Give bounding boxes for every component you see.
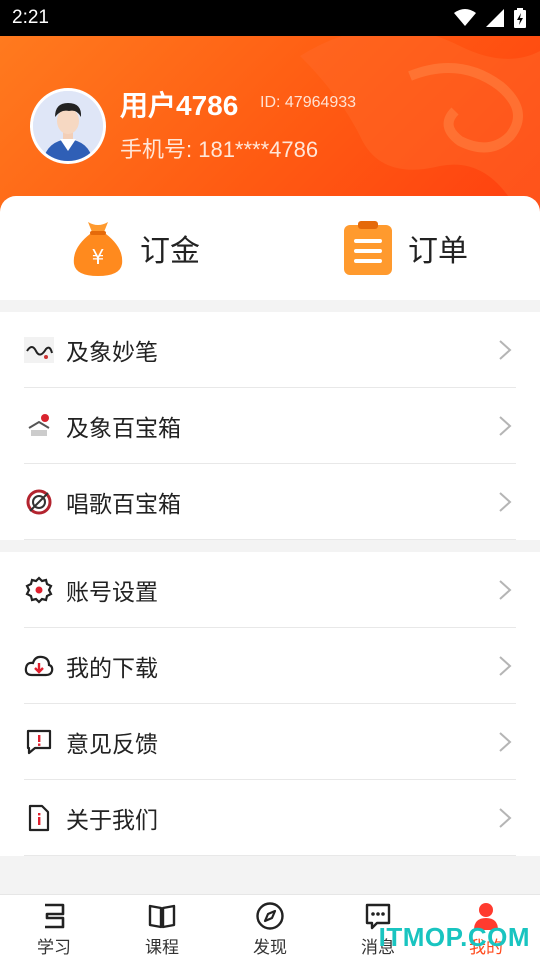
signal-icon xyxy=(486,9,504,27)
money-bag-icon: ¥ xyxy=(73,222,123,276)
gear-icon xyxy=(24,575,54,605)
menu-item-feedback[interactable]: 意见反馈 xyxy=(0,704,540,780)
avatar-illustration xyxy=(33,91,103,161)
menu-item-jixiang-baibaoxiang[interactable]: 及象百宝箱 xyxy=(0,388,540,464)
menu-item-account-settings[interactable]: 账号设置 xyxy=(0,552,540,628)
clipboard-icon xyxy=(344,221,392,275)
user-id: ID: 47964933 xyxy=(260,94,357,111)
settings-menu-group: 账号设置 我的下载 意见反馈 关于我们 xyxy=(0,552,540,856)
wifi-icon xyxy=(454,9,476,26)
orders-button[interactable]: 订单 xyxy=(270,196,540,300)
status-bar: 2:21 xyxy=(0,0,540,36)
menu-label: 我的下载 xyxy=(66,656,158,682)
tab-discover[interactable]: 发现 xyxy=(216,895,324,960)
deposit-label: 订金 xyxy=(140,234,200,269)
profile-header: 用户4786 ID: 47964933 手机号: 181****4786 xyxy=(0,36,540,216)
status-icons xyxy=(454,8,526,28)
orders-label: 订单 xyxy=(408,234,468,269)
menu-label: 账号设置 xyxy=(66,580,158,606)
cloud-download-icon xyxy=(24,651,54,681)
watermark: ITMOP.COM xyxy=(378,922,530,952)
chevron-right-icon xyxy=(499,580,512,600)
tab-label: 学习 xyxy=(37,938,71,958)
username: 用户4786 xyxy=(120,90,239,121)
compass-icon xyxy=(256,902,284,930)
study-icon xyxy=(45,903,65,929)
deposit-button[interactable]: ¥ 订金 xyxy=(0,196,270,300)
menu-label: 关于我们 xyxy=(66,808,158,834)
menu-item-about-us[interactable]: 关于我们 xyxy=(0,780,540,856)
tab-label: 课程 xyxy=(145,938,179,958)
info-doc-icon xyxy=(24,803,54,833)
avatar[interactable] xyxy=(30,88,106,164)
chevron-right-icon xyxy=(499,732,512,752)
quick-actions: ¥ 订金 订单 xyxy=(0,196,540,300)
calligraphy-thumbnail xyxy=(24,335,54,365)
user-phone: 手机号: 181****4786 xyxy=(120,137,319,162)
menu-label: 唱歌百宝箱 xyxy=(66,492,181,518)
menu-item-jixiang-miaobi[interactable]: 及象妙笔 xyxy=(0,312,540,388)
header-decoration xyxy=(300,36,540,216)
battery-icon xyxy=(514,8,526,28)
tab-courses[interactable]: 课程 xyxy=(108,895,216,960)
chevron-right-icon xyxy=(499,808,512,828)
menu-label: 意见反馈 xyxy=(66,732,158,758)
tab-study[interactable]: 学习 xyxy=(0,895,108,960)
tab-label: 发现 xyxy=(253,938,287,958)
svg-text:¥: ¥ xyxy=(92,245,105,269)
status-time: 2:21 xyxy=(12,7,49,28)
book-icon xyxy=(148,904,176,929)
menu-label: 及象百宝箱 xyxy=(66,416,181,442)
chevron-right-icon xyxy=(499,340,512,360)
menu-item-changge-baibaoxiang[interactable]: 唱歌百宝箱 xyxy=(0,464,540,540)
menu-label: 及象妙笔 xyxy=(66,340,158,366)
menu-item-my-downloads[interactable]: 我的下载 xyxy=(0,628,540,704)
chevron-right-icon xyxy=(499,416,512,436)
treasure-box-thumbnail xyxy=(24,411,54,441)
singing-box-thumbnail xyxy=(24,487,54,517)
chevron-right-icon xyxy=(499,656,512,676)
apps-menu-group: 及象妙笔 及象百宝箱 唱歌百宝箱 xyxy=(0,312,540,540)
feedback-icon xyxy=(24,727,54,757)
chevron-right-icon xyxy=(499,492,512,512)
